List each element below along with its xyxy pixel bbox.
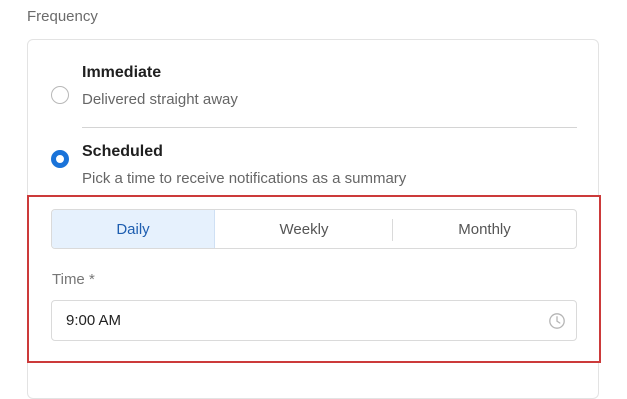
time-label: Time * bbox=[52, 271, 95, 288]
radio-immediate[interactable] bbox=[51, 86, 69, 104]
time-value[interactable]: 9:00 AM bbox=[66, 312, 121, 329]
tab-weekly[interactable]: Weekly bbox=[215, 210, 393, 248]
clock-icon[interactable] bbox=[548, 312, 566, 330]
option-immediate-title: Immediate bbox=[82, 64, 162, 81]
time-input[interactable]: 9:00 AM bbox=[51, 300, 577, 341]
option-scheduled-description: Pick a time to receive notifications as … bbox=[82, 170, 407, 187]
schedule-frequency-tabs: Daily Weekly Monthly bbox=[51, 209, 577, 249]
option-immediate[interactable]: Immediate Delivered straight away bbox=[28, 40, 598, 128]
tab-monthly[interactable]: Monthly bbox=[393, 210, 576, 248]
option-scheduled-title: Scheduled bbox=[82, 143, 163, 160]
schedule-panel: Daily Weekly Monthly Time * 9:00 AM bbox=[27, 195, 601, 363]
option-scheduled[interactable]: Scheduled Pick a time to receive notific… bbox=[28, 128, 598, 198]
option-immediate-description: Delivered straight away bbox=[82, 91, 238, 108]
tab-daily[interactable]: Daily bbox=[52, 210, 215, 248]
radio-scheduled[interactable] bbox=[51, 150, 69, 168]
frequency-label: Frequency bbox=[27, 8, 98, 25]
